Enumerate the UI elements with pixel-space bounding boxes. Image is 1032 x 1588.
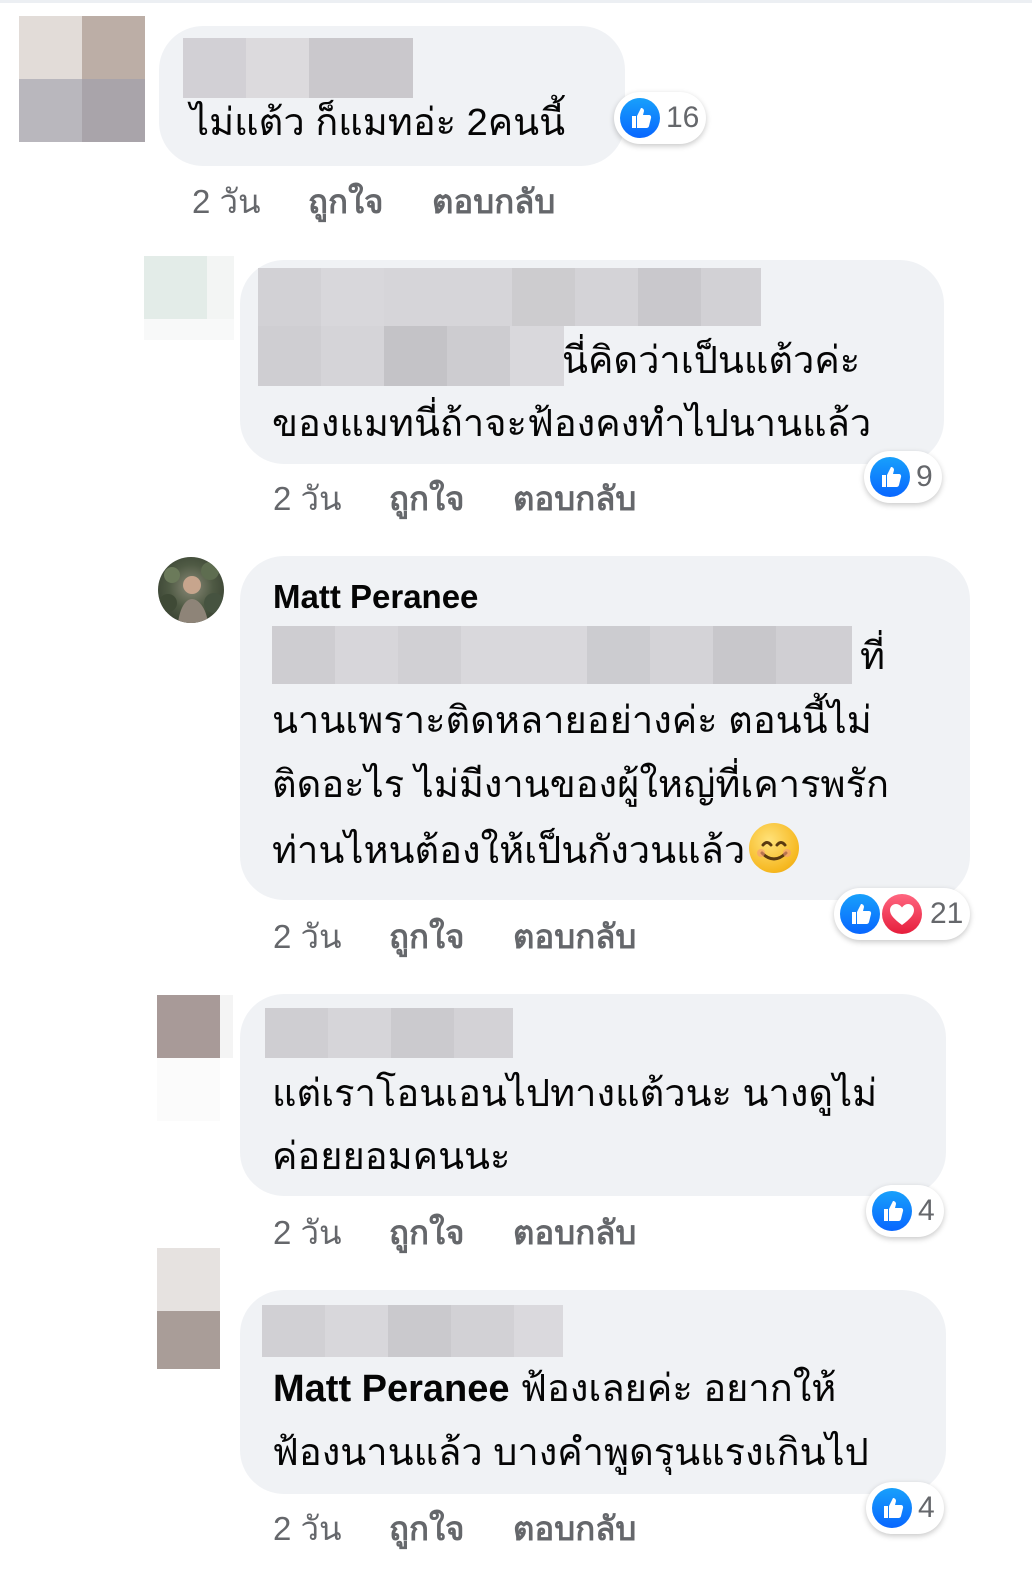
comment-text: นี่คิดว่าเป็นแต้วค่ะ [562, 340, 861, 382]
reply-button[interactable]: ตอบกลับ [513, 472, 636, 525]
reply-button[interactable]: ตอบกลับ [513, 910, 636, 963]
reaction-summary[interactable]: 4 [866, 1185, 944, 1237]
avatar[interactable] [157, 995, 233, 1121]
comment-text: ติดอะไร ไม่มีงานของผู้ใหญ่ที่เคารพรัก [272, 764, 890, 806]
top-divider [0, 0, 1032, 3]
like-reaction-icon [620, 98, 660, 138]
blurred-author-name [183, 38, 413, 98]
reaction-summary[interactable]: 16 [614, 92, 706, 144]
like-button[interactable]: ถูกใจ [389, 1502, 464, 1555]
reaction-count: 4 [918, 1194, 935, 1227]
reaction-summary[interactable]: 21 [834, 888, 970, 940]
reaction-summary[interactable]: 4 [866, 1482, 944, 1534]
like-button[interactable]: ถูกใจ [389, 910, 464, 963]
avatar[interactable] [157, 1248, 220, 1369]
blurred-author-name [258, 268, 761, 326]
comment-text: ไม่แต้ว ก็แมทอ่ะ 2คนนี้ [190, 102, 566, 144]
comment-actions: 2 วัน ถูกใจ ตอบกลับ [273, 1502, 693, 1547]
like-reaction-icon [838, 892, 882, 936]
like-button[interactable]: ถูกใจ [308, 175, 383, 228]
blurred-author-name [262, 1305, 563, 1357]
mentioned-user-link[interactable]: Matt Peranee [273, 1368, 510, 1410]
blurred-text [258, 326, 564, 386]
comment-actions: 2 วัน ถูกใจ ตอบกลับ [273, 910, 693, 955]
comment-text: ค่อยยอมคนนะ [272, 1136, 511, 1178]
smiling-face-icon [749, 823, 800, 873]
comment-timestamp[interactable]: 2 วัน [273, 1502, 342, 1555]
comment-text-with-mention: Matt Peranee ฟ้องเลยค่ะ อยากให้ [273, 1358, 836, 1421]
avatar[interactable] [144, 256, 234, 340]
comment-actions: 2 วัน ถูกใจ ตอบกลับ [273, 472, 693, 517]
reaction-count: 21 [930, 897, 964, 930]
comment-text: ท่านไหนต้องให้เป็นกังวนแล้ว [272, 830, 746, 872]
like-reaction-icon [870, 457, 910, 497]
comment-text: ฟ้องเลยค่ะ อยากให้ [509, 1368, 837, 1410]
reply-button[interactable]: ตอบกลับ [513, 1206, 636, 1259]
reaction-count: 4 [918, 1491, 935, 1524]
comment-timestamp[interactable]: 2 วัน [273, 910, 342, 963]
reply-button[interactable]: ตอบกลับ [432, 175, 555, 228]
comment-text: นานเพราะติดหลายอย่างค่ะ ตอนนี้ไม่ [272, 700, 872, 742]
like-button[interactable]: ถูกใจ [389, 472, 464, 525]
comment-actions: 2 วัน ถูกใจ ตอบกลับ [273, 1206, 693, 1251]
blurred-text [272, 626, 852, 684]
reply-button[interactable]: ตอบกลับ [513, 1502, 636, 1555]
like-reaction-icon [872, 1191, 912, 1231]
love-reaction-icon [882, 894, 922, 934]
comment-text: ฟ้องนานแล้ว บางคำพูดรุนแรงเกินไป [272, 1432, 869, 1474]
reaction-count: 9 [916, 460, 933, 493]
comment-timestamp[interactable]: 2 วัน [273, 472, 342, 525]
like-reaction-icon [872, 1488, 912, 1528]
avatar[interactable] [19, 16, 145, 142]
reaction-summary[interactable]: 9 [864, 451, 942, 503]
comment-author[interactable]: Matt Peranee [273, 578, 478, 616]
blurred-author-name [265, 1008, 513, 1058]
reaction-count: 16 [666, 101, 700, 134]
comment-text: แต่เราโอนเอนไปทางแต้วนะ นางดูไม่ [272, 1073, 878, 1115]
comment-timestamp[interactable]: 2 วัน [273, 1206, 342, 1259]
avatar[interactable] [158, 557, 224, 623]
comment-text: ที่ [860, 636, 886, 678]
comment-timestamp[interactable]: 2 วัน [192, 175, 261, 228]
comment-text-with-emoji: ท่านไหนต้องให้เป็นกังวนแล้ว [272, 820, 800, 883]
comment-actions: 2 วัน ถูกใจ ตอบกลับ [192, 175, 612, 220]
comment-text: ของแมทนี่ถ้าจะฟ้องคงทำไปนานแล้ว [272, 403, 872, 445]
like-button[interactable]: ถูกใจ [389, 1206, 464, 1259]
